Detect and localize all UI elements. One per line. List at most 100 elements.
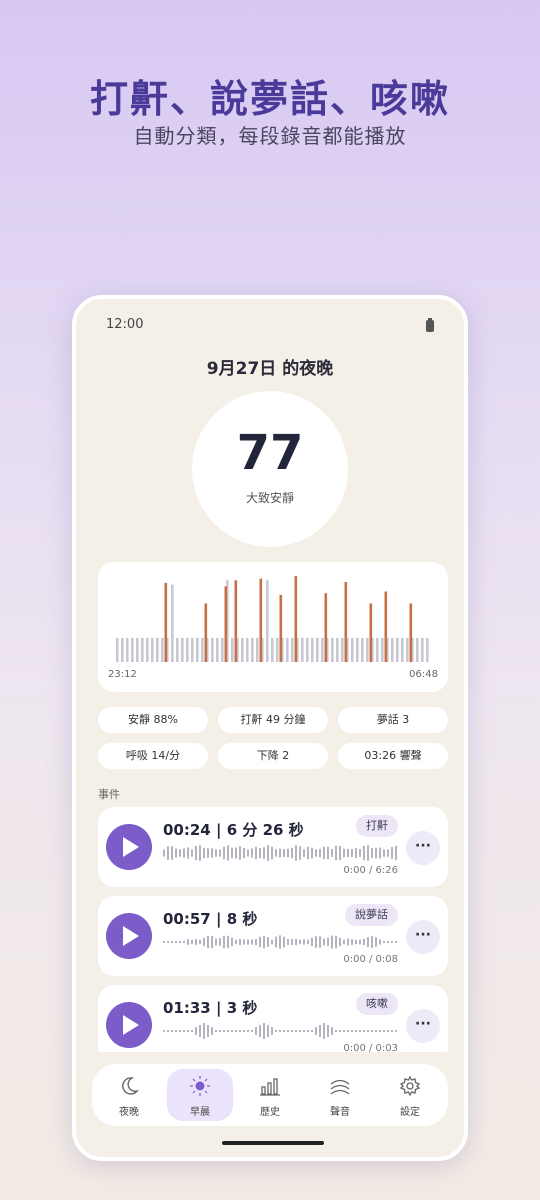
chart-bar [259, 578, 263, 662]
stat-snore: 打鼾 49 分鐘 [218, 707, 328, 733]
event-time: 00:24 [163, 821, 211, 839]
event-card[interactable]: 00:57 | 8 秒 說夢話 0:00 / 0:08 ··· [98, 896, 448, 976]
score-circle: 77 大致安靜 [192, 391, 348, 547]
tab-history[interactable]: 歷史 [237, 1069, 303, 1121]
chart-bar [291, 637, 294, 662]
chart-bar [416, 637, 419, 662]
play-button[interactable] [106, 1002, 152, 1048]
event-tag: 說夢話 [345, 904, 398, 926]
chart-bar [271, 637, 274, 662]
chart-bar [146, 637, 149, 662]
tab-label: 設定 [400, 1107, 420, 1118]
waveform[interactable] [163, 843, 399, 863]
chart-bar [286, 637, 289, 662]
chart-end-time: 06:48 [409, 669, 438, 680]
stat-loud-sound: 03:26 響聲 [338, 743, 448, 769]
chart-bar [204, 603, 208, 662]
chart-bar [201, 637, 204, 662]
home-indicator[interactable] [222, 1141, 324, 1145]
tab-night[interactable]: 夜晚 [96, 1069, 162, 1121]
tab-settings[interactable]: 設定 [377, 1069, 443, 1121]
score-value: 77 [236, 425, 304, 481]
promo-subline: 自動分類，每段錄音都能播放 [133, 124, 407, 148]
chart-bar [151, 637, 154, 662]
chart-bar [384, 591, 388, 662]
chart-bar [246, 637, 249, 662]
chart-bar [141, 637, 144, 662]
chart-bar [311, 637, 314, 662]
chart-bar [426, 637, 429, 662]
chart-bar [186, 637, 189, 662]
event-header: 00:57 | 8 秒 [163, 910, 258, 928]
chart-bar [369, 603, 373, 662]
play-button[interactable] [106, 913, 152, 959]
tab-label: 夜晚 [119, 1107, 139, 1118]
chart-bar [409, 603, 413, 662]
chart-bar [181, 637, 184, 662]
chart-bar [366, 637, 369, 662]
chart-bar [279, 594, 283, 662]
chart-bar [216, 637, 219, 662]
chart-bar [256, 637, 259, 662]
chart-bar [221, 637, 224, 662]
sound-chart [116, 576, 429, 662]
status-time: 12:00 [106, 317, 144, 332]
more-options-button[interactable]: ··· [406, 920, 440, 954]
more-options-button[interactable]: ··· [406, 831, 440, 865]
event-progress: 0:00 / 0:03 [343, 1043, 398, 1052]
tab-label: 歷史 [260, 1107, 280, 1118]
sound-chart-card[interactable]: 23:12 06:48 [98, 562, 448, 692]
chart-bar [136, 637, 139, 662]
gear-icon [399, 1075, 421, 1097]
chart-bar [234, 580, 238, 662]
chart-bar [196, 637, 199, 662]
event-duration: 8 秒 [226, 910, 258, 928]
bar-chart-icon [260, 1078, 280, 1096]
event-duration: 6 分 26 秒 [226, 821, 304, 839]
chart-bar [421, 637, 424, 662]
event-tag: 咳嗽 [356, 993, 398, 1015]
event-tag: 打鼾 [356, 815, 398, 837]
chart-bar [156, 637, 159, 662]
chart-bar [266, 580, 269, 662]
chart-bar [361, 637, 364, 662]
chart-bar [251, 637, 254, 662]
status-bar: 12:00 [106, 317, 434, 337]
chart-bar [301, 637, 304, 662]
tab-morning[interactable]: 早晨 [167, 1069, 233, 1121]
event-card[interactable]: 00:24 | 6 分 26 秒 打鼾 0:00 / 6:26 ··· [98, 807, 448, 887]
play-button[interactable] [106, 824, 152, 870]
chart-bar [294, 576, 298, 662]
waveform[interactable] [163, 932, 399, 952]
chart-bar [116, 637, 119, 662]
chart-start-time: 23:12 [108, 669, 137, 680]
chart-bar [331, 637, 334, 662]
night-title: 9月27日 的夜晚 [206, 359, 334, 379]
chart-bar [396, 637, 399, 662]
bottom-tab-bar: 夜晚 早晨 歷史 聲音 設定 [92, 1064, 448, 1126]
event-card[interactable]: 01:33 | 3 秒 咳嗽 0:00 / 0:03 ··· [98, 985, 448, 1052]
stat-drops: 下降 2 [218, 743, 328, 769]
event-duration: 3 秒 [226, 999, 258, 1017]
more-options-button[interactable]: ··· [406, 1009, 440, 1043]
chart-bar [306, 637, 309, 662]
chart-bar [171, 584, 174, 662]
chart-bar [131, 637, 134, 662]
battery-icon [426, 318, 434, 332]
chart-bar [231, 637, 234, 662]
event-list[interactable]: 00:24 | 6 分 26 秒 打鼾 0:00 / 6:26 ··· 00:5… [98, 807, 448, 1052]
chart-bar [161, 637, 164, 662]
stat-breathing: 呼吸 14/分 [98, 743, 208, 769]
chart-bar [241, 637, 244, 662]
event-header: 01:33 | 3 秒 [163, 999, 258, 1017]
tab-sounds[interactable]: 聲音 [307, 1069, 373, 1121]
chart-bar [336, 637, 339, 662]
event-progress: 0:00 / 0:08 [343, 954, 398, 965]
phone-frame: 12:00 9月27日 的夜晚 77 大致安靜 23:12 06:48 安靜 8… [72, 295, 468, 1161]
chart-bar [224, 586, 228, 662]
chart-bar [324, 593, 328, 662]
waveform[interactable] [163, 1021, 399, 1041]
chart-bar [164, 582, 168, 662]
chart-bar [191, 637, 194, 662]
chart-bar [356, 637, 359, 662]
